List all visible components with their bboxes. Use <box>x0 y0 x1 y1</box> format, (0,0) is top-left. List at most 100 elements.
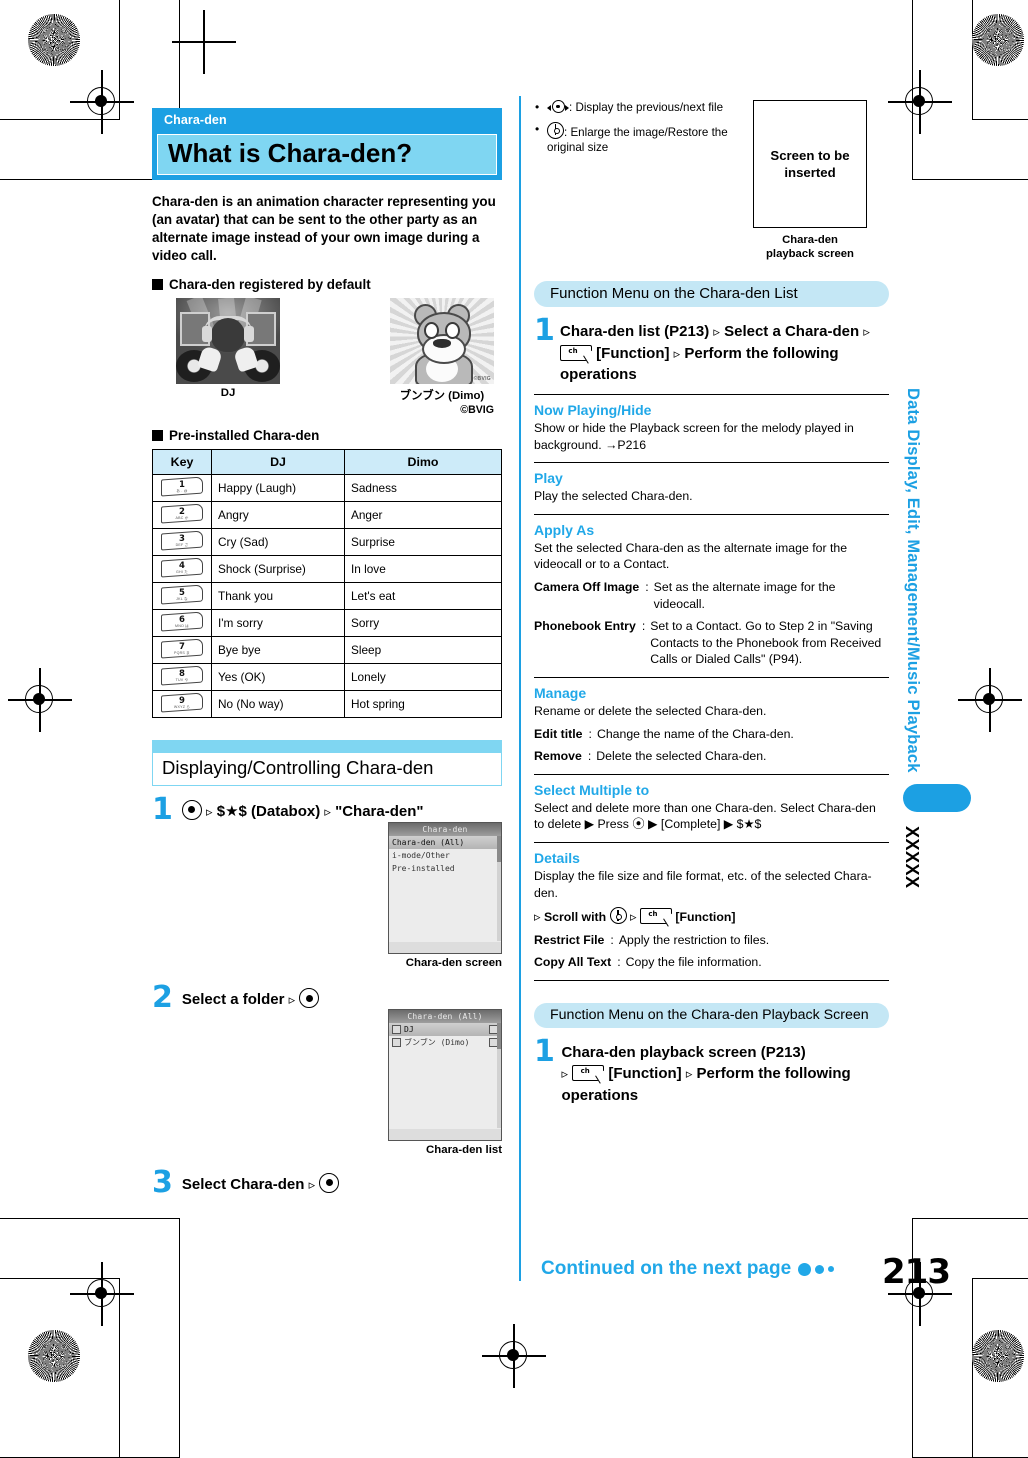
shot2-row-1[interactable]: ブンブン (Dimo) <box>389 1036 501 1049</box>
shot2-titlebar: Chara-den (All) <box>389 1009 501 1023</box>
table-row: 9 WXYZ ら No (No way) Hot spring <box>152 689 502 718</box>
file-type-icon <box>392 1024 401 1034</box>
dimo-watermark: ©BVIG <box>473 375 491 382</box>
center-key-icon-2 <box>299 988 320 1009</box>
shot1-scrollbar[interactable] <box>497 836 501 942</box>
column-divider <box>519 96 521 1281</box>
fml-step-1: 1 Chara-den list (P213) ▹ Select a Chara… <box>534 316 889 385</box>
dj-cell: Cry (Sad) <box>211 527 345 556</box>
screen-placeholder: Screen to be inserted <box>753 100 867 228</box>
sub-colon: : <box>617 955 621 970</box>
entry-divider <box>534 513 889 515</box>
keypad-2-icon: 2 ABC か <box>161 503 203 524</box>
keypad-3-icon: 3 DEF さ <box>161 530 203 551</box>
ch-function-key-icon-2: ch <box>572 1065 605 1082</box>
shot1-titlebar: Chara-den <box>389 823 501 837</box>
chapter-header: Chara-den What is Chara-den? <box>152 108 502 181</box>
registration-mark-tl2 <box>172 10 236 74</box>
entries-end-divider <box>534 979 889 981</box>
ch-function-key-icon: ch <box>560 344 592 361</box>
side-chapter-tab-code: XXXXX <box>902 826 922 889</box>
sub-label: Restrict File <box>534 932 605 947</box>
shot1-row-0-label: Chara-den (All) <box>392 838 465 848</box>
shot1-row-2[interactable]: Pre-installed <box>389 862 501 875</box>
entry-name: Play <box>534 470 563 487</box>
registration-mark-bottom <box>482 1324 546 1388</box>
entry-desc: Show or hide the Playback screen for the… <box>534 421 854 452</box>
key-assignment-table: Key DJ Dimo 1あ . @ Happy (Laugh) Sadness 2 A… <box>152 448 502 718</box>
function-menu-list-banner: Function Menu on the Chara-den List <box>534 281 889 308</box>
sub-colon: : <box>645 580 649 595</box>
chapter-kicker: Chara-den <box>154 110 500 131</box>
dimo-cell: Let's eat <box>344 581 502 610</box>
color-target-br-icon <box>972 1330 1024 1382</box>
color-target-tr-icon <box>972 14 1024 66</box>
step-3-label: Select Chara-den <box>181 1175 305 1193</box>
keypad-8-icon: 8 TUV や <box>161 665 203 686</box>
section-header-displaying-label: Displaying/Controlling Chara-den <box>152 752 502 786</box>
shot1-row-0[interactable]: Chara-den (All) <box>389 836 501 850</box>
side-chapter-tab-pill <box>903 784 971 812</box>
entry-scroll-func: [Function] <box>675 910 736 925</box>
key-cell: 3 DEF さ <box>152 527 212 556</box>
table-row: 5 JKL な Thank you Let's eat <box>152 581 502 610</box>
entry-sub-row: Phonebook Entry: Set to a Contact. Go to … <box>534 618 889 668</box>
col-header-key: Key <box>152 448 212 475</box>
shot2-softkey-bar <box>389 1128 501 1140</box>
step-3-number: 3 <box>152 1164 173 1200</box>
entry-desc: Select and delete more than one Chara-de… <box>534 800 876 832</box>
default-figures-row: DJ ©BVIG ブンブン (Dimo) ©BVIG <box>152 297 502 416</box>
entry-sub-row: Copy All Text: Copy the file information. <box>534 954 889 971</box>
sub-value: Set to a Contact. Go to Step 2 in "Savin… <box>650 619 882 667</box>
dimo-cell: Sadness <box>344 473 502 502</box>
key-cell: 7 PQRS ま <box>152 635 212 664</box>
left-column: Chara-den What is Chara-den? Chara-den i… <box>152 108 502 1200</box>
function-menu-entry: Now Playing/Hide Show or hide the Playbac… <box>534 394 889 453</box>
key-cell: 4 GHI た <box>152 554 212 583</box>
sub-value: Change the name of the Chara-den. <box>596 726 794 741</box>
shot2-row-0-label: DJ <box>404 1024 414 1034</box>
table-header-row: Key DJ Dimo <box>152 448 502 475</box>
entry-name: Now Playing/Hide <box>534 402 652 419</box>
default-chara-den-heading-label: Chara-den registered by default <box>169 276 371 292</box>
key-cell: 6 MNO は <box>152 608 212 637</box>
square-bullet-icon <box>152 278 163 290</box>
left-right-key-icon <box>547 100 569 113</box>
intro-paragraph: Chara-den is an animation character repr… <box>152 194 496 263</box>
entry-scroll-line: ▹ Scroll with ▹ ch [Function] <box>534 907 736 925</box>
up-down-key-icon-2 <box>609 907 627 925</box>
table-row: 4 GHI た Shock (Surprise) In love <box>152 554 502 583</box>
col-header-dimo: Dimo <box>344 448 502 475</box>
table-row: 3 DEF さ Cry (Sad) Surprise <box>152 527 502 556</box>
function-menu-entry: Select Multiple to Select and delete more… <box>534 773 889 833</box>
col-header-dj: DJ <box>211 448 345 475</box>
right-column: : Display the previous/next file : Enlar… <box>534 99 889 1106</box>
shot1-row-1-label: i-mode/Other <box>392 851 450 861</box>
shot2-row-0[interactable]: DJ <box>389 1022 501 1036</box>
shot1-row-1[interactable]: i-mode/Other <box>389 849 501 862</box>
key-cell: 9 WXYZ ら <box>152 689 212 718</box>
sub-value: Apply the restriction to files. <box>618 932 770 947</box>
dimo-cell: Lonely <box>344 662 502 691</box>
bullet-enlarge: : Enlarge the image/Restore the original… <box>534 121 739 156</box>
fmp-step-1: 1 Chara-den playback screen (P213) ▹ ch … <box>534 1037 889 1106</box>
table-row: 1あ . @ Happy (Laugh) Sadness <box>152 473 502 502</box>
continued-dot-large <box>798 1262 812 1276</box>
step-2-text: Select a folder ▹ <box>182 985 320 1010</box>
square-bullet-icon-2 <box>152 429 163 441</box>
keypad-9-icon: 9 WXYZ ら <box>161 692 203 713</box>
key-cell: 5 JKL な <box>152 581 212 610</box>
dimo-cell: Hot spring <box>344 689 502 718</box>
entry-name: Apply As <box>534 521 595 538</box>
bullet-prev-next-text: : Display the previous/next file <box>569 101 724 114</box>
side-chapter-tab-text: Data Display, Edit, Management/Music Pla… <box>904 388 922 773</box>
fmp-part1: Chara-den playback screen (P213) <box>561 1043 806 1061</box>
shot2-scrollbar[interactable] <box>497 1022 501 1128</box>
dimo-copyright: ©BVIG <box>460 403 494 416</box>
color-target-tl-icon <box>28 14 80 66</box>
dj-cell: Shock (Surprise) <box>211 554 345 583</box>
dimo-cell: Anger <box>344 500 502 529</box>
shot1-softkey-bar <box>389 942 501 954</box>
sub-colon: : <box>587 749 592 764</box>
sub-colon: : <box>610 932 614 947</box>
